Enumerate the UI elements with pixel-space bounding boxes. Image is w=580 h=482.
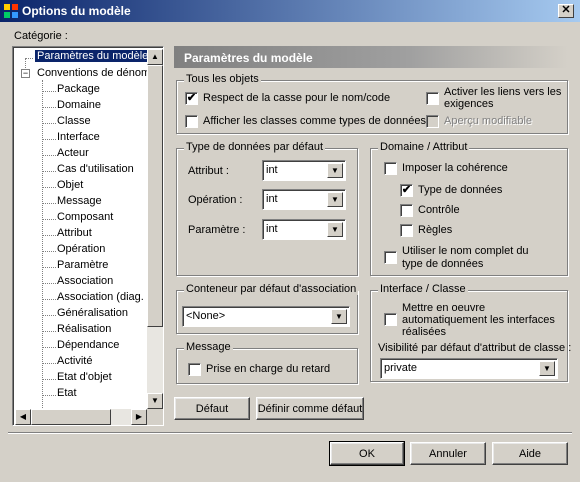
parametre-label: Paramètre : <box>188 224 246 236</box>
mettre-oeuvre-checkbox[interactable] <box>384 313 397 326</box>
scroll-thumb[interactable] <box>147 65 163 327</box>
controle-checkbox[interactable] <box>400 204 413 217</box>
operation-select[interactable]: int ▼ <box>262 189 346 210</box>
chevron-down-icon: ▼ <box>327 192 343 207</box>
collapse-icon[interactable]: − <box>21 69 30 78</box>
regles-checkbox[interactable] <box>400 224 413 237</box>
retard-label: Prise en charge du retard <box>206 363 331 375</box>
attribut-label: Attribut : <box>188 165 229 177</box>
aide-button[interactable]: Aide <box>492 442 568 465</box>
nom-complet-label-2: type de données <box>402 258 484 270</box>
tree-item[interactable]: Cas d'utilisation <box>57 163 134 175</box>
group-interface-legend: Interface / Classe <box>378 283 468 295</box>
afficher-classes-label: Afficher les classes comme types de donn… <box>203 115 426 127</box>
tree-item[interactable]: Message <box>57 195 102 207</box>
tree-item[interactable]: Attribut <box>57 227 92 239</box>
panel-title: Paramètres du modèle <box>184 51 313 65</box>
chevron-down-icon: ▼ <box>331 309 347 324</box>
group-type-defaut-legend: Type de données par défaut <box>184 141 325 153</box>
category-label: Catégorie : <box>14 30 68 42</box>
hscroll-thumb[interactable] <box>31 409 111 425</box>
parametre-select[interactable]: int ▼ <box>262 219 346 240</box>
app-icon <box>4 4 18 18</box>
apercu-checkbox <box>426 115 439 128</box>
separator <box>8 432 572 434</box>
respect-casse-label: Respect de la casse pour le nom/code <box>203 92 391 104</box>
tree-item[interactable]: Composant <box>57 211 113 223</box>
nom-complet-label-1: Utiliser le nom complet du <box>402 245 529 257</box>
close-button[interactable]: ✕ <box>558 4 574 18</box>
scroll-left-button[interactable]: ◀ <box>15 409 31 425</box>
group-conteneur-legend: Conteneur par défaut d'association <box>184 283 359 295</box>
defaut-button[interactable]: Défaut <box>174 397 250 420</box>
tree-item[interactable]: Opération <box>57 243 105 255</box>
tree-item[interactable]: Réalisation <box>57 323 111 335</box>
tree-item-parametres[interactable]: Paramètres du modèle <box>33 49 152 63</box>
title-bar: Options du modèle ✕ <box>0 0 580 22</box>
conteneur-select[interactable]: <None> ▼ <box>182 306 350 327</box>
tree-item[interactable]: Domaine <box>57 99 101 111</box>
tree-item[interactable]: Paramètre <box>57 259 108 271</box>
tree-item[interactable]: Objet <box>57 179 83 191</box>
mettre-oeuvre-label-1: Mettre en oeuvre <box>402 302 486 314</box>
tree-item[interactable]: Etat d'objet <box>57 371 112 383</box>
visibilite-label: Visibilité par défaut d'attribut de clas… <box>378 342 572 354</box>
mettre-oeuvre-label-3: réalisées <box>402 326 447 338</box>
category-tree[interactable]: Paramètres du modèle − Conventions de dé… <box>12 46 164 426</box>
group-message-legend: Message <box>184 341 233 353</box>
attribut-select[interactable]: int ▼ <box>262 160 346 181</box>
tree-item[interactable]: Interface <box>57 131 100 143</box>
group-domaine-legend: Domaine / Attribut <box>378 141 470 153</box>
close-icon: ✕ <box>561 4 571 16</box>
chevron-down-icon: ▼ <box>327 222 343 237</box>
tree-item[interactable]: Association <box>57 275 113 287</box>
tree-item[interactable]: Association (diag. c <box>57 291 152 303</box>
window-title: Options du modèle <box>22 4 131 18</box>
scroll-down-button[interactable]: ▼ <box>147 393 163 409</box>
tree-item[interactable]: Package <box>57 83 100 95</box>
definir-defaut-button[interactable]: Définir comme défaut <box>256 397 364 420</box>
nom-complet-checkbox[interactable] <box>384 251 397 264</box>
tree-item[interactable]: Généralisation <box>57 307 128 319</box>
scroll-right-button[interactable]: ▶ <box>131 409 147 425</box>
tree-item[interactable]: Etat <box>57 387 77 399</box>
regles-label: Règles <box>418 224 453 236</box>
scroll-up-button[interactable]: ▲ <box>147 49 163 65</box>
operation-label: Opération : <box>188 194 243 206</box>
imposer-checkbox[interactable] <box>384 162 397 175</box>
type-donnees-checkbox[interactable]: ✔ <box>400 184 413 197</box>
chevron-down-icon: ▼ <box>327 163 343 178</box>
ok-button[interactable]: OK <box>329 441 405 466</box>
mettre-oeuvre-label-2: automatiquement les interfaces <box>402 314 555 326</box>
tree-item-conventions[interactable]: Conventions de dénom <box>37 67 150 79</box>
annuler-button[interactable]: Annuler <box>410 442 486 465</box>
visibilite-select[interactable]: private ▼ <box>380 358 558 379</box>
group-tous-objets-legend: Tous les objets <box>184 73 261 85</box>
activer-liens-label-2: exigences <box>444 98 494 110</box>
retard-checkbox[interactable] <box>188 363 201 376</box>
respect-casse-checkbox[interactable]: ✔ <box>185 92 198 105</box>
controle-label: Contrôle <box>418 204 460 216</box>
tree-item[interactable]: Dépendance <box>57 339 119 351</box>
tree-item[interactable]: Activité <box>57 355 92 367</box>
apercu-label: Aperçu modifiable <box>444 115 533 127</box>
imposer-label: Imposer la cohérence <box>402 162 508 174</box>
type-donnees-label: Type de données <box>418 184 503 196</box>
afficher-classes-checkbox[interactable] <box>185 115 198 128</box>
tree-item[interactable]: Acteur <box>57 147 89 159</box>
tree-item[interactable]: Classe <box>57 115 91 127</box>
chevron-down-icon: ▼ <box>539 361 555 376</box>
activer-liens-checkbox[interactable] <box>426 92 439 105</box>
panel-header: Paramètres du modèle <box>174 46 568 68</box>
activer-liens-label-1: Activer les liens vers les <box>444 86 562 98</box>
